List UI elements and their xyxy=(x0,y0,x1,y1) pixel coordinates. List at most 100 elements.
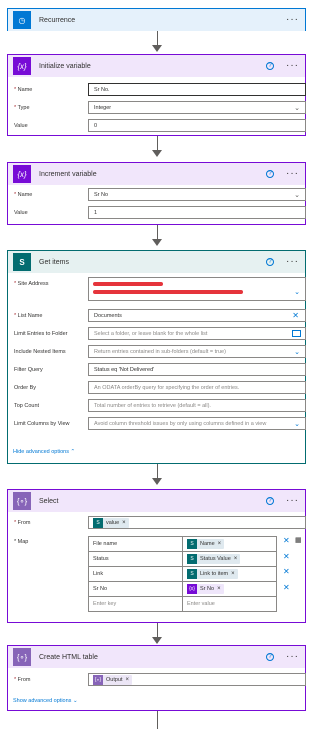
more-options-icon[interactable]: ··· xyxy=(286,15,299,25)
top-count-label: Top Count xyxy=(14,403,40,409)
limit-folder-label: Limit Entries to Folder xyxy=(14,331,68,337)
dynamic-content-token[interactable]: {∘} Output × xyxy=(93,675,133,685)
more-options-icon[interactable]: ··· xyxy=(286,496,299,506)
dynamic-content-token[interactable]: S value × xyxy=(93,518,129,528)
map-key-input[interactable]: Enter key xyxy=(88,596,183,612)
limit-view-row: Limit Columns by View Avoid column thres… xyxy=(8,415,306,433)
name-label: * Name xyxy=(14,192,33,198)
map-key-cell[interactable]: File name xyxy=(88,536,183,552)
remove-token-icon[interactable]: × xyxy=(126,677,130,683)
more-options-icon[interactable]: ··· xyxy=(286,61,299,71)
clock-icon: ◷ xyxy=(13,11,31,29)
top-count-input[interactable]: Total number of entries to retrieve (def… xyxy=(88,399,306,412)
select-header[interactable]: {∘} Select ? ··· xyxy=(8,490,305,512)
type-value: Integer xyxy=(94,105,112,111)
map-key-cell[interactable]: Link xyxy=(88,566,183,582)
limit-view-select[interactable]: Avoid column threshold issues by only us… xyxy=(88,417,306,430)
limit-folder-input[interactable]: Select a folder, or leave blank for the … xyxy=(88,327,306,340)
value-label: Value xyxy=(14,210,28,216)
type-select[interactable]: Integer ⌄ xyxy=(88,101,306,114)
folder-icon[interactable] xyxy=(292,330,301,337)
map-row: Status S Status Value × xyxy=(88,551,277,567)
remove-token-icon[interactable]: × xyxy=(122,520,126,526)
remove-token-icon[interactable]: × xyxy=(231,571,235,577)
map-key-cell[interactable]: Sr No xyxy=(88,581,183,597)
map-value-cell[interactable]: S Name × xyxy=(182,536,277,552)
more-options-icon[interactable]: ··· xyxy=(286,257,299,267)
map-value-input[interactable]: Enter value xyxy=(182,596,277,612)
limit-view-label: Limit Columns by View xyxy=(14,421,70,427)
from-input[interactable]: S value × xyxy=(88,516,306,529)
more-options-icon[interactable]: ··· xyxy=(286,652,299,662)
initialize-variable-title: Initialize variable xyxy=(39,62,91,70)
get-items-title: Get items xyxy=(39,258,69,266)
delete-row-icon[interactable]: ✕ xyxy=(283,552,290,561)
redaction-mark xyxy=(93,290,243,294)
chevron-down-icon: ⌄ xyxy=(294,105,300,112)
filter-query-row: Filter Query Status eq 'Not Delivered' xyxy=(8,361,306,379)
data-operation-icon: {∘} xyxy=(13,648,31,666)
order-by-input[interactable]: An ODATA orderBy query for specifying th… xyxy=(88,381,306,394)
sharepoint-icon: S xyxy=(187,569,197,579)
help-icon[interactable]: ? xyxy=(266,170,274,178)
map-row: File name S Name × xyxy=(88,536,277,552)
from-input[interactable]: {∘} Output × xyxy=(88,673,306,686)
clear-icon[interactable]: ✕ xyxy=(292,311,299,320)
recurrence-card[interactable]: ◷ Recurrence ··· xyxy=(7,8,306,31)
help-icon[interactable]: ? xyxy=(266,653,274,661)
redaction-mark xyxy=(93,282,163,286)
variable-icon: {x} xyxy=(13,165,31,183)
map-value-cell[interactable]: S Link to item × xyxy=(182,566,277,582)
map-row-empty: Enter key Enter value xyxy=(88,596,277,612)
increment-variable-header[interactable]: {x} Increment variable ? ··· xyxy=(8,163,305,185)
map-row: Sr No {x} Sr No × xyxy=(88,581,277,597)
initialize-variable-header[interactable]: {x} Initialize variable ? ··· xyxy=(8,55,305,77)
site-address-input[interactable]: ⌄ xyxy=(88,277,306,301)
list-name-value: Documents xyxy=(94,313,122,319)
show-advanced-options-link[interactable]: Show advanced options ⌄ xyxy=(13,698,78,704)
remove-token-icon[interactable]: × xyxy=(234,556,238,562)
help-icon[interactable]: ? xyxy=(266,258,274,266)
connector-line xyxy=(157,136,158,150)
name-row: * Name Sr No. xyxy=(8,81,306,99)
map-value-cell[interactable]: S Status Value × xyxy=(182,551,277,567)
recurrence-title: Recurrence xyxy=(39,16,76,24)
list-name-input[interactable]: Documents ✕ xyxy=(88,309,306,322)
nested-items-select[interactable]: Return entries contained in sub-folders … xyxy=(88,345,306,358)
limit-folder-placeholder: Select a folder, or leave blank for the … xyxy=(94,331,208,337)
map-key-cell[interactable]: Status xyxy=(88,551,183,567)
top-count-row: Top Count Total number of entries to ret… xyxy=(8,397,306,415)
get-items-header[interactable]: S Get items ? ··· xyxy=(8,251,305,273)
map-value-cell[interactable]: {x} Sr No × xyxy=(182,581,277,597)
chevron-down-icon: ⌄ xyxy=(294,421,300,428)
remove-token-icon[interactable]: × xyxy=(218,541,222,547)
initialize-variable-card: {x} Initialize variable ? ··· * Name Sr … xyxy=(7,54,306,136)
value-input[interactable]: 0 xyxy=(88,119,306,132)
help-icon[interactable]: ? xyxy=(266,62,274,70)
chevron-down-icon: ⌄ xyxy=(294,289,300,296)
more-options-icon[interactable]: ··· xyxy=(286,169,299,179)
help-icon[interactable]: ? xyxy=(266,497,274,505)
filter-query-input[interactable]: Status eq 'Not Delivered' xyxy=(88,363,306,376)
name-input[interactable]: Sr No. xyxy=(88,83,306,96)
name-select[interactable]: Sr No ⌄ xyxy=(88,188,306,201)
delete-row-icon[interactable]: ✕ xyxy=(283,536,290,545)
increment-variable-title: Increment variable xyxy=(39,170,97,178)
delete-row-icon[interactable]: ✕ xyxy=(283,583,290,592)
recurrence-header[interactable]: ◷ Recurrence ··· xyxy=(8,9,305,31)
switch-to-text-mode-icon[interactable]: ▦ xyxy=(295,536,302,544)
name-value: Sr No xyxy=(94,192,109,198)
create-html-table-card: {∘} Create HTML table ? ··· * From {∘} O… xyxy=(7,645,306,711)
delete-row-icon[interactable]: ✕ xyxy=(283,567,290,576)
type-row: * Type Integer ⌄ xyxy=(8,99,306,117)
token-label: value xyxy=(106,520,120,526)
value-input[interactable]: 1 xyxy=(88,206,306,219)
connector-arrow xyxy=(152,45,162,52)
create-html-table-header[interactable]: {∘} Create HTML table ? ··· xyxy=(8,646,305,668)
hide-advanced-options-link[interactable]: Hide advanced options ⌃ xyxy=(13,449,75,455)
limit-folder-row: Limit Entries to Folder Select a folder,… xyxy=(8,325,306,343)
remove-token-icon[interactable]: × xyxy=(217,586,221,592)
site-address-row: * Site Address ⌄ xyxy=(8,277,306,307)
sharepoint-icon: S xyxy=(13,253,31,271)
from-label: * From xyxy=(14,520,31,526)
